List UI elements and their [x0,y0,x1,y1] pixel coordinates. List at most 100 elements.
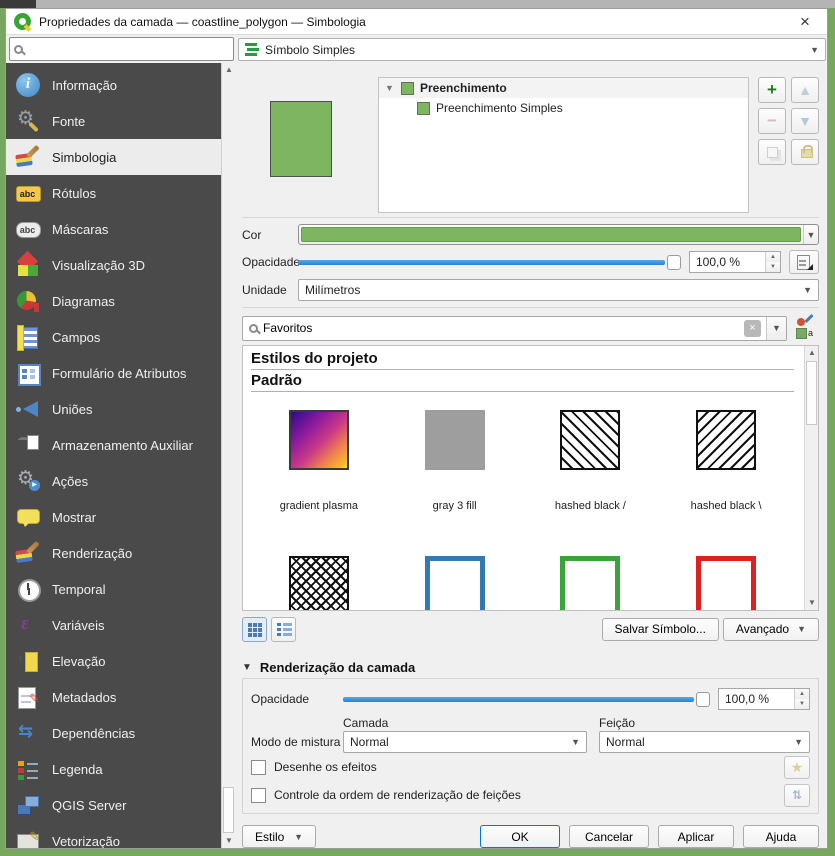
sidebar-item-diagramas[interactable]: Diagramas [6,283,221,319]
sidebar-item-elevacao[interactable]: Elevação [6,643,221,679]
style-panel-scrollbar[interactable]: ▲ ▼ [804,346,818,611]
style-manager-icon[interactable] [793,316,819,340]
sidebar-item-campos[interactable]: Campos [6,319,221,355]
style-swatch-outline-red[interactable] [658,548,794,611]
swatch-preview[interactable] [425,556,485,611]
sidebar-item-qgis-server[interactable]: QGIS Server [6,787,221,823]
close-icon[interactable]: × [791,10,819,34]
properties-filter-input[interactable] [9,37,234,61]
scroll-down-icon[interactable]: ▼ [222,834,235,848]
sidebar-scrollbar[interactable]: ▲ ▼ [221,63,235,848]
spin-arrows[interactable]: ▲▼ [794,689,809,709]
style-swatch-gray-fill[interactable]: gray 3 fill [387,402,523,548]
collapse-arrow-icon[interactable]: ▼ [385,83,395,93]
swatch-preview[interactable] [696,410,756,470]
spin-up-icon[interactable]: ▲ [766,252,780,262]
spin-down-icon[interactable]: ▼ [795,699,809,709]
scroll-down-icon[interactable]: ▼ [805,596,819,610]
layer-rendering-header[interactable]: ▼ Renderização da camada [242,656,819,678]
add-symbol-layer-button[interactable]: + [758,77,786,103]
tree-row-fill[interactable]: ▼ Preenchimento [379,78,748,98]
spin-down-icon[interactable]: ▼ [766,262,780,272]
sidebar-item-variaveis[interactable]: Variáveis [6,607,221,643]
spin-up-icon[interactable]: ▲ [795,689,809,699]
sidebar-list: InformaçãoFonteSimbologiaRótulosMáscaras… [6,67,221,848]
swatch-preview[interactable] [560,410,620,470]
spin-arrows[interactable]: ▲▼ [765,252,780,272]
feature-blend-dropdown[interactable]: Normal ▼ [599,731,810,753]
scroll-up-icon[interactable]: ▲ [805,346,819,360]
sidebar-item-simbologia[interactable]: Simbologia [6,139,221,175]
opacity-spinbox[interactable]: 100,0 % ▲▼ [689,251,781,273]
remove-symbol-layer-button[interactable]: − [758,108,786,134]
symbol-layer-tree[interactable]: ▼ Preenchimento Preenchimento Simples [378,77,749,213]
search-filter-dropdown[interactable]: ▼ [766,317,786,340]
effects-options-button[interactable]: ★ [784,756,810,779]
list-view-button[interactable] [271,617,296,642]
color-button[interactable]: ▼ [298,224,819,245]
feature-order-options-button[interactable]: ⇅ [784,784,810,807]
sidebar-item-informacao[interactable]: Informação [6,67,221,103]
duplicate-symbol-layer-button[interactable] [758,139,786,165]
sidebar-item-armazenamento-auxiliar[interactable]: Armazenamento Auxiliar [6,427,221,463]
swatch-preview[interactable] [425,410,485,470]
slider-handle[interactable] [667,255,681,270]
sidebar-item-unioes[interactable]: Uniões [6,391,221,427]
swatch-preview[interactable] [696,556,756,611]
apply-button[interactable]: Aplicar [658,825,734,848]
scroll-up-icon[interactable]: ▲ [222,63,235,77]
lock-colors-button[interactable] [791,139,819,165]
style-swatch-gradient-plasma[interactable]: gradient plasma [251,402,387,548]
sidebar-item-visualizacao-3d[interactable]: Visualização 3D [6,247,221,283]
sidebar-item-dependencias[interactable]: Dependências [6,715,221,751]
sidebar-item-renderizacao[interactable]: Renderização [6,535,221,571]
data-defined-override-button[interactable] [789,250,819,274]
style-search-field[interactable] [263,321,739,335]
slider-handle[interactable] [696,692,710,707]
layer-blend-dropdown[interactable]: Normal ▼ [343,731,587,753]
style-swatch-hash-back[interactable]: hashed black \ [658,402,794,548]
sidebar-item-mascaras[interactable]: Máscaras [6,211,221,247]
swatch-preview[interactable] [289,410,349,470]
metadados-icon [16,685,40,709]
sidebar-item-mostrar[interactable]: Mostrar [6,499,221,535]
sidebar-item-legenda[interactable]: Legenda [6,751,221,787]
swatch-preview[interactable] [560,556,620,611]
move-down-button[interactable]: ▼ [791,108,819,134]
sidebar-item-rotulos[interactable]: Rótulos [6,175,221,211]
advanced-button[interactable]: Avançado▼ [723,618,819,641]
ok-button[interactable]: OK [480,825,560,848]
style-swatch-hash-fwd[interactable]: hashed black / [523,402,659,548]
sidebar-item-temporal[interactable]: Temporal [6,571,221,607]
layer-opacity-slider[interactable] [343,689,710,709]
style-swatch-crosshatch[interactable] [251,548,387,611]
opacity-label: Opacidade [242,255,298,269]
sidebar-item-metadados[interactable]: Metadados [6,679,221,715]
sidebar-item-vetorizacao[interactable]: Vetorização [6,823,221,848]
save-symbol-button[interactable]: Salvar Símbolo... [602,618,719,641]
layer-opacity-spinbox[interactable]: 100,0 % ▲▼ [718,688,810,710]
properties-search-field[interactable] [27,42,229,56]
sidebar-item-acoes[interactable]: Ações [6,463,221,499]
sidebar-item-fonte[interactable]: Fonte [6,103,221,139]
sidebar-item-formulario-de-atributos[interactable]: Formulário de Atributos [6,355,221,391]
help-button[interactable]: Ajuda [743,825,819,848]
unit-dropdown[interactable]: Milímetros ▼ [298,279,819,301]
cancel-button[interactable]: Cancelar [569,825,649,848]
move-up-button[interactable]: ▲ [791,77,819,103]
opacity-slider[interactable] [298,252,681,272]
swatch-preview[interactable] [289,556,349,611]
style-swatch-outline-blue[interactable] [387,548,523,611]
draw-effects-checkbox[interactable] [251,760,266,775]
style-scroll-thumb[interactable] [806,361,817,425]
tree-row-simple-fill[interactable]: Preenchimento Simples [379,98,748,118]
clear-search-icon[interactable]: × [744,320,761,337]
icon-view-button[interactable] [242,617,267,642]
style-swatch-outline-green[interactable] [523,548,659,611]
style-menu-button[interactable]: Estilo▼ [242,825,316,848]
feature-order-checkbox[interactable] [251,788,266,803]
sidebar-scroll-thumb[interactable] [223,787,234,833]
style-search-box[interactable]: × ▼ [242,316,787,341]
color-dropdown[interactable]: ▼ [803,225,818,244]
symbol-type-dropdown[interactable]: Símbolo Simples ▼ [238,38,826,61]
